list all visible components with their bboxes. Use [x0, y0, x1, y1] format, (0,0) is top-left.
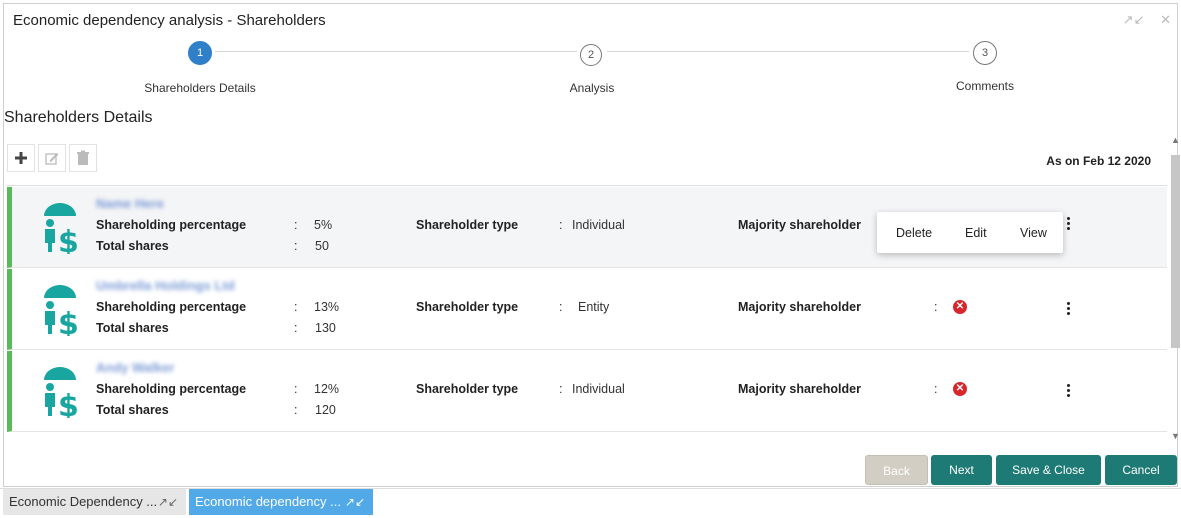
svg-text:$: $	[58, 307, 79, 336]
majority-shareholder-label: Majority shareholder	[738, 382, 861, 396]
shareholder-type-value: Individual	[572, 218, 625, 232]
scroll-down-icon[interactable]: ▼	[1171, 431, 1180, 441]
svg-text:$: $	[58, 389, 79, 418]
save-close-button[interactable]: Save & Close	[996, 455, 1101, 485]
shareholding-percentage-value: 13%	[314, 300, 340, 314]
colon: :	[934, 382, 938, 396]
window-controls: ↗↙ ✕	[1111, 12, 1171, 28]
shareholder-umbrella-dollar-icon: $	[44, 285, 79, 336]
stepper-line	[607, 51, 969, 52]
cancel-button[interactable]: Cancel	[1105, 455, 1177, 485]
menu-item-view[interactable]: View	[1020, 226, 1047, 240]
stepper-line	[215, 51, 577, 52]
total-shares-value: 130	[315, 321, 336, 335]
total-shares-label: Total shares	[96, 321, 169, 335]
as-on-date: As on Feb 12 2020	[1046, 154, 1151, 168]
colon: :	[294, 403, 298, 417]
scrollbar-thumb[interactable]	[1171, 155, 1180, 348]
colon: :	[559, 300, 563, 314]
scroll-up-icon[interactable]: ▲	[1171, 135, 1180, 145]
shareholder-type-value: Entity	[578, 300, 610, 314]
step-1-label[interactable]: Shareholders Details	[100, 81, 300, 95]
colon: :	[934, 300, 938, 314]
back-button[interactable]: Back	[865, 455, 928, 485]
shareholder-type-value: Individual	[572, 382, 625, 396]
shareholding-percentage-label: Shareholding percentage	[96, 382, 247, 396]
expand-icon[interactable]: ↗↙	[158, 489, 178, 515]
close-icon[interactable]: ✕	[1160, 12, 1171, 27]
no-majority-icon: ✕	[953, 382, 967, 396]
step-2-label[interactable]: Analysis	[492, 81, 692, 95]
taskbar-tab-active[interactable]: Economic dependency ... ↗↙	[189, 489, 373, 515]
list-divider	[7, 185, 1167, 186]
shareholder-type-label: Shareholder type	[416, 382, 519, 396]
list-item[interactable]: $ Umbrella Holdings Ltd Shareholding per…	[7, 269, 1167, 350]
taskbar-tab-label: Economic dependency ...	[195, 494, 341, 509]
shareholder-name: Andy Walker	[96, 360, 175, 375]
list-item[interactable]: $ Andy Walker Shareholding percentage : …	[7, 351, 1167, 432]
add-icon	[15, 152, 27, 164]
shareholding-percentage-value: 12%	[314, 382, 340, 396]
colon: :	[294, 382, 298, 396]
colon: :	[294, 321, 298, 335]
total-shares-label: Total shares	[96, 403, 169, 417]
row-actions-menu: Delete Edit View	[877, 212, 1063, 253]
colon: :	[559, 382, 563, 396]
shareholder-name: Name Here	[96, 196, 164, 211]
taskbar-tab-label: Economic Dependency ...	[9, 494, 158, 509]
section-title: Shareholders Details	[4, 109, 153, 126]
total-shares-value: 120	[315, 403, 336, 417]
next-button[interactable]: Next	[931, 455, 992, 485]
menu-item-delete[interactable]: Delete	[896, 226, 932, 240]
colon: :	[294, 218, 298, 232]
window-taskbar: Economic Dependency ... ↗↙ Economic depe…	[0, 488, 1181, 518]
shareholder-name: Umbrella Holdings Ltd	[96, 278, 235, 293]
colon: :	[559, 218, 563, 232]
shareholder-umbrella-dollar-icon: $	[44, 203, 79, 254]
expand-icon[interactable]: ↗↙	[345, 489, 365, 515]
add-button[interactable]	[7, 144, 35, 172]
more-options-icon[interactable]	[1067, 300, 1073, 317]
no-majority-icon: ✕	[953, 300, 967, 314]
step-2-indicator[interactable]: 2	[580, 44, 602, 66]
majority-shareholder-label: Majority shareholder	[738, 218, 861, 232]
shareholding-percentage-value: 5%	[314, 218, 333, 232]
majority-shareholder-label: Majority shareholder	[738, 300, 861, 314]
list-toolbar	[7, 144, 100, 172]
list-scrollbar[interactable]: ▲ ▼	[1170, 135, 1181, 445]
taskbar-tab[interactable]: Economic Dependency ... ↗↙	[3, 489, 186, 515]
shareholder-type-label: Shareholder type	[416, 218, 519, 232]
window-title: Economic dependency analysis - Sharehold…	[13, 12, 326, 29]
menu-item-edit[interactable]: Edit	[965, 226, 987, 240]
delete-button[interactable]	[69, 144, 97, 172]
edit-button[interactable]	[38, 144, 66, 172]
shareholding-percentage-label: Shareholding percentage	[96, 300, 247, 314]
svg-text:$: $	[58, 225, 79, 254]
step-3-label[interactable]: Comments	[885, 79, 1085, 93]
more-options-icon[interactable]	[1067, 382, 1073, 399]
collapse-icon[interactable]: ↗↙	[1123, 12, 1145, 27]
shareholder-umbrella-dollar-icon: $	[44, 367, 79, 418]
delete-icon	[77, 150, 89, 165]
total-shares-label: Total shares	[96, 239, 169, 253]
edit-icon	[45, 153, 59, 165]
total-shares-value: 50	[315, 239, 329, 253]
shareholding-percentage-label: Shareholding percentage	[96, 218, 247, 232]
step-1-indicator[interactable]: 1	[188, 41, 212, 65]
shareholder-type-label: Shareholder type	[416, 300, 519, 314]
colon: :	[294, 300, 298, 314]
more-options-icon[interactable]	[1067, 215, 1073, 232]
dialog-window: Economic dependency analysis - Sharehold…	[3, 3, 1181, 487]
step-3-indicator[interactable]: 3	[973, 41, 997, 65]
colon: :	[294, 239, 298, 253]
